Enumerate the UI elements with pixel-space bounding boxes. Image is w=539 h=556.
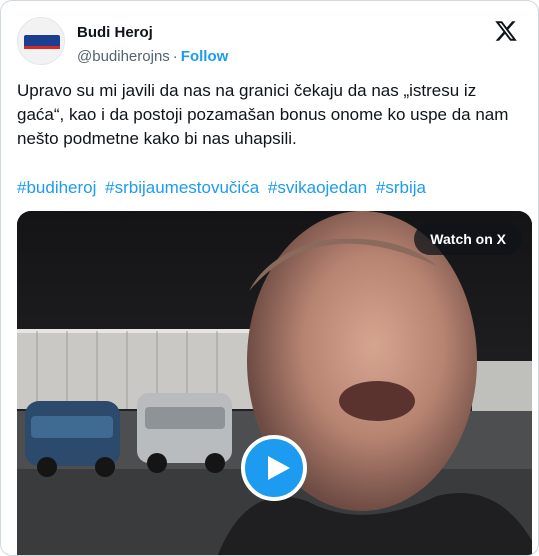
tweet-card[interactable]: Budi Heroj @budiherojns · Follow Upravo su… <box>0 0 539 556</box>
hashtag-link[interactable]: #budiheroj <box>17 178 96 197</box>
avatar-logo-stripe <box>24 46 60 49</box>
display-name[interactable]: Budi Heroj <box>77 23 228 43</box>
hashtag-link[interactable]: #svikaojedan <box>268 178 367 197</box>
video-player[interactable]: Watch on X <box>17 211 532 555</box>
play-icon <box>268 456 290 480</box>
video-thumbnail <box>17 211 532 555</box>
x-logo-icon[interactable] <box>494 19 518 43</box>
separator-dot: · <box>172 48 178 65</box>
hashtag-link[interactable]: #srbijaumestovučića <box>105 178 259 197</box>
play-button[interactable] <box>241 435 307 501</box>
hashtag-link[interactable]: #srbija <box>376 178 426 197</box>
handle-row: @budiherojns · Follow <box>77 47 228 67</box>
watch-on-x-button[interactable]: Watch on X <box>414 223 522 255</box>
handle[interactable]: @budiherojns <box>77 48 170 65</box>
author-info: Budi Heroj @budiherojns · Follow <box>77 23 228 67</box>
tweet-text: Upravo su mi javili da nas na granici če… <box>17 81 509 148</box>
follow-button[interactable]: Follow <box>181 48 229 65</box>
tweet-header: Budi Heroj @budiherojns · Follow <box>17 17 522 69</box>
avatar[interactable] <box>17 17 65 65</box>
hashtag-list: #budiheroj #srbijaumestovučića #svikaoje… <box>17 176 522 200</box>
